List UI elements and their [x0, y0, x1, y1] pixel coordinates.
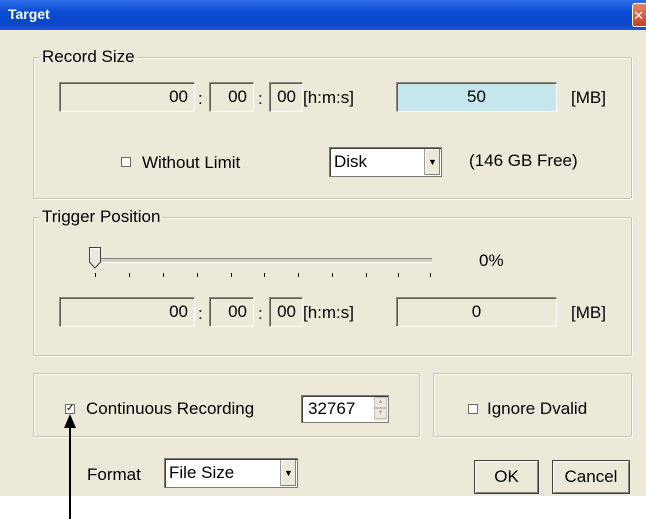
free-space-label: (146 GB Free)	[469, 151, 578, 170]
trigger-hours-field[interactable]: 00	[59, 297, 195, 327]
time-separator: :	[198, 89, 203, 108]
slider-tick	[163, 273, 164, 277]
format-label: Format	[87, 465, 141, 484]
slider-tick	[332, 273, 333, 277]
record-size-unit: [MB]	[571, 88, 606, 107]
slider-tick	[430, 273, 431, 277]
slider-tick	[129, 273, 130, 277]
trigger-slider-track[interactable]	[97, 258, 432, 263]
trigger-percent-label: 0%	[479, 251, 504, 270]
record-size-group: Record Size	[33, 47, 632, 199]
record-minutes-field[interactable]: 00	[209, 82, 254, 112]
time-separator: :	[198, 304, 203, 323]
trigger-time-unit: [h:m:s]	[303, 303, 355, 322]
trigger-position-group: Trigger Position	[33, 207, 632, 356]
spin-up-icon[interactable]: ▲	[374, 397, 387, 408]
trigger-size-unit: [MB]	[571, 303, 606, 322]
chevron-down-icon[interactable]: ▼	[280, 460, 296, 486]
slider-tick	[298, 273, 299, 277]
trigger-minutes-field[interactable]: 00	[209, 297, 254, 327]
continuous-recording-checkbox[interactable]: ✓	[65, 404, 75, 414]
ok-button[interactable]: OK	[474, 460, 539, 494]
trigger-slider-thumb[interactable]	[89, 247, 101, 269]
continuous-recording-label: Continuous Recording	[86, 399, 255, 418]
record-time-unit: [h:m:s]	[303, 88, 355, 107]
window-title: Target	[8, 6, 50, 22]
trigger-seconds-field[interactable]: 00	[269, 297, 303, 327]
trigger-size-mb-field[interactable]: 0	[396, 297, 557, 327]
continuous-count-spinner[interactable]: 32767 ▲ ▼	[301, 395, 389, 423]
callout-arrow	[64, 414, 76, 519]
slider-tick	[264, 273, 265, 277]
slider-tick	[366, 273, 367, 277]
record-size-legend: Record Size	[40, 47, 137, 67]
spin-down-icon[interactable]: ▼	[374, 408, 387, 419]
format-selected-value: File Size	[169, 463, 235, 482]
continuous-count-value: 32767	[308, 399, 356, 418]
record-size-mb-field[interactable]: 50	[396, 82, 557, 112]
slider-tick	[197, 273, 198, 277]
time-separator: :	[258, 89, 263, 108]
cancel-button[interactable]: Cancel	[552, 460, 630, 494]
title-bar[interactable]: Target ✕	[0, 0, 646, 30]
destination-selected-value: Disk	[334, 152, 368, 171]
slider-tick	[95, 273, 96, 277]
record-hours-field[interactable]: 00	[59, 82, 195, 112]
target-dialog: Target ✕ Record Size 00 : 00 : 00 [h:m:s…	[0, 0, 646, 496]
spin-buttons[interactable]: ▲ ▼	[374, 397, 387, 421]
slider-tick	[398, 273, 399, 277]
trigger-position-legend: Trigger Position	[40, 207, 163, 227]
slider-tick	[231, 273, 232, 277]
record-seconds-field[interactable]: 00	[269, 82, 303, 112]
ignore-dvalid-checkbox[interactable]	[468, 404, 478, 414]
destination-select[interactable]: Disk ▼	[329, 147, 442, 177]
chevron-down-icon[interactable]: ▼	[424, 149, 440, 175]
ignore-dvalid-label: Ignore Dvalid	[487, 399, 588, 418]
without-limit-label: Without Limit	[142, 153, 241, 172]
time-separator: :	[258, 304, 263, 323]
without-limit-checkbox[interactable]	[121, 157, 131, 167]
close-icon[interactable]: ✕	[632, 3, 646, 27]
format-select[interactable]: File Size ▼	[164, 458, 298, 488]
